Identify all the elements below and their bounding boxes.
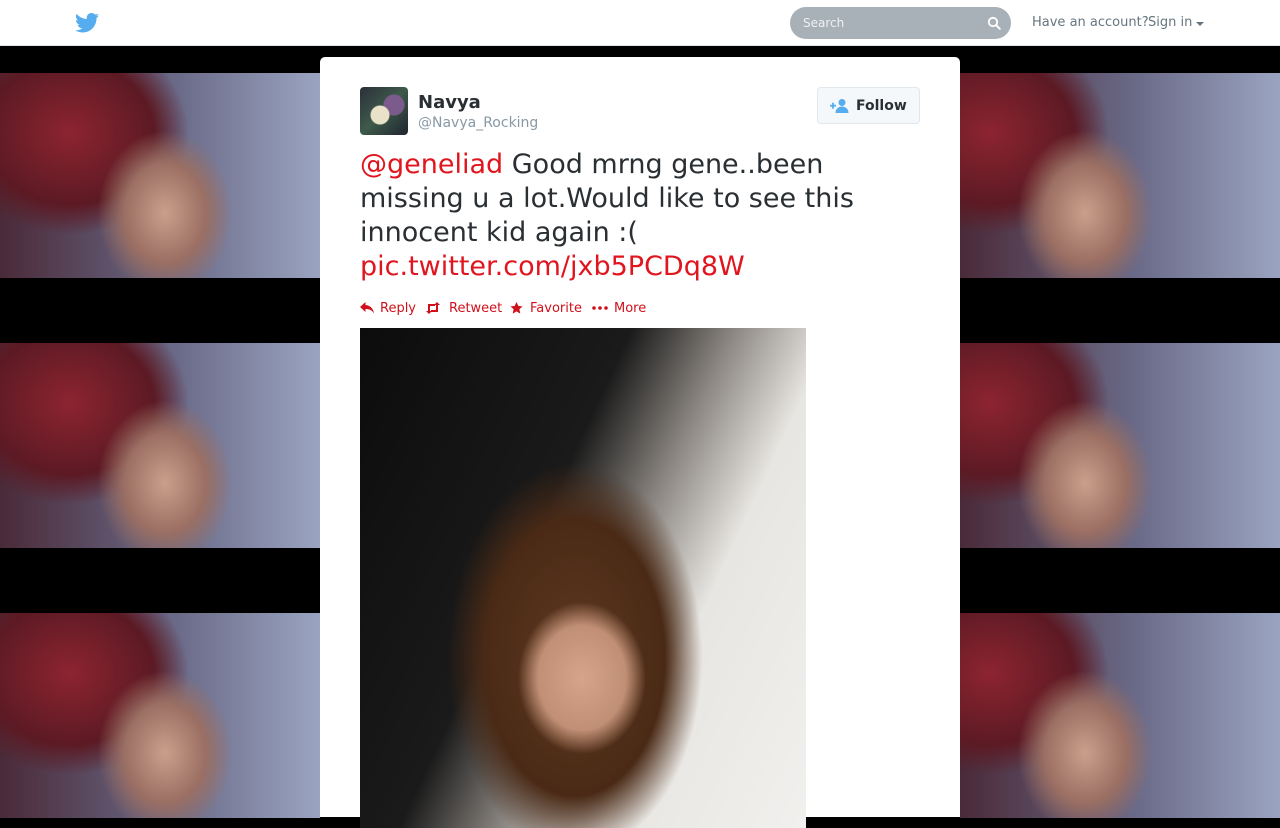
have-account-text: Have an account?: [1032, 15, 1149, 30]
tweet-text: @geneliad Good mrng gene..been missing u…: [360, 148, 920, 284]
sign-in-link[interactable]: Sign in: [1148, 15, 1192, 30]
twitter-bird-icon[interactable]: [75, 13, 99, 33]
mention-link[interactable]: @geneliad: [360, 149, 503, 180]
retweet-button[interactable]: Retweet: [425, 300, 502, 318]
reply-icon: [360, 302, 374, 314]
author-handle[interactable]: @Navya_Rocking: [418, 115, 538, 131]
tweet-photo[interactable]: [360, 328, 806, 828]
author-name[interactable]: Navya: [418, 92, 481, 113]
more-label: More: [614, 301, 647, 316]
reply-label: Reply: [380, 301, 417, 316]
avatar[interactable]: [360, 87, 408, 135]
retweet-label: Retweet: [449, 301, 503, 316]
background-tile: [960, 73, 1280, 278]
chevron-down-icon[interactable]: [1196, 22, 1204, 26]
add-user-icon: [830, 99, 849, 113]
pic-link[interactable]: pic.twitter.com/jxb5PCDq8W: [360, 251, 745, 282]
background-tile: [0, 613, 320, 818]
more-dots-icon: [592, 306, 608, 310]
more-button[interactable]: More: [592, 300, 648, 318]
top-navigation-bar: Have an account? Sign in: [0, 0, 1280, 46]
star-icon: [510, 302, 523, 314]
favorite-button[interactable]: Favorite: [510, 300, 582, 318]
follow-button[interactable]: Follow: [817, 87, 920, 124]
search-input[interactable]: [790, 7, 983, 39]
retweet-icon: [426, 302, 440, 314]
search-box: [790, 7, 1011, 39]
search-icon[interactable]: [987, 16, 1001, 30]
background-tile: [960, 343, 1280, 548]
tweet-card: Navya @Navya_Rocking Follow @geneliad Go…: [320, 57, 960, 828]
follow-label: Follow: [856, 98, 907, 114]
background-tile: [0, 73, 320, 278]
background-tile: [960, 613, 1280, 818]
background-tile: [0, 343, 320, 548]
favorite-label: Favorite: [530, 301, 582, 316]
reply-button[interactable]: Reply: [360, 300, 416, 318]
